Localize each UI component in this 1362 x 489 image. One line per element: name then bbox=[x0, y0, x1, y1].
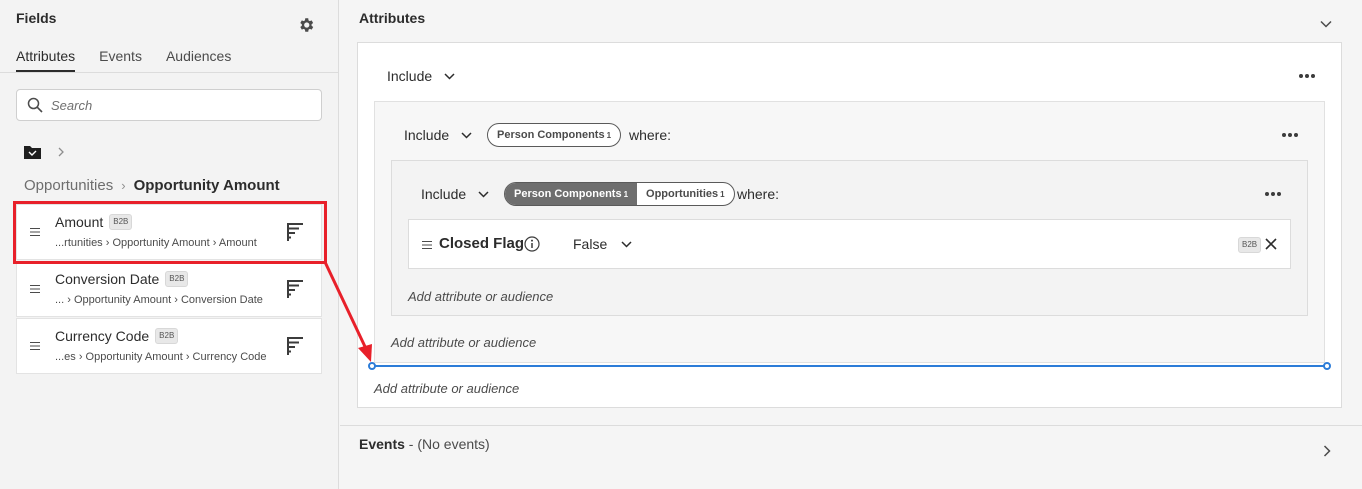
events-title: Events bbox=[359, 436, 405, 452]
add-attribute-level1[interactable]: Add attribute or audience bbox=[374, 381, 519, 396]
chevron-down-icon bbox=[621, 240, 632, 248]
fields-panel-title: Fields bbox=[16, 10, 57, 26]
search-box[interactable] bbox=[16, 89, 322, 121]
tab-audiences[interactable]: Audiences bbox=[166, 46, 231, 72]
fields-tabs: Attributes Events Audiences bbox=[16, 46, 255, 72]
tab-attributes[interactable]: Attributes bbox=[16, 46, 76, 72]
b2b-badge: B2B bbox=[155, 328, 179, 344]
search-input[interactable] bbox=[51, 97, 301, 113]
attributes-section-title: Attributes bbox=[359, 10, 426, 26]
drop-target-line bbox=[372, 365, 1327, 367]
segment-builder: Attributes Include Include Person Compon… bbox=[340, 0, 1362, 489]
folder-icon[interactable] bbox=[24, 145, 41, 159]
add-attribute-level3[interactable]: Add attribute or audience bbox=[408, 289, 553, 304]
condition-value-select[interactable]: False bbox=[573, 236, 632, 252]
events-subtitle: - (No events) bbox=[404, 436, 490, 452]
field-item-currency-code[interactable]: Currency Code B2B ...es › Opportunity Amo… bbox=[16, 318, 322, 374]
breadcrumb-parent[interactable]: Opportunities bbox=[24, 177, 113, 194]
chevron-down-icon bbox=[478, 190, 489, 198]
chevron-down-icon bbox=[461, 131, 472, 139]
field-path: ...es › Opportunity Amount › Currency Co… bbox=[55, 351, 267, 363]
field-path: ... › Opportunity Amount › Conversion Da… bbox=[55, 294, 263, 306]
add-attribute-level2[interactable]: Add attribute or audience bbox=[391, 335, 536, 350]
object-path-pill[interactable]: Person Components 1 Opportunities 1 bbox=[504, 182, 735, 206]
distribution-icon[interactable] bbox=[287, 280, 303, 298]
field-name: Conversion Date B2B bbox=[55, 271, 189, 287]
pill-segment-person-components[interactable]: Person Components 1 bbox=[505, 183, 638, 205]
b2b-badge: B2B bbox=[165, 271, 189, 287]
field-name: Amount B2B bbox=[55, 214, 133, 230]
drag-handle-icon[interactable] bbox=[30, 228, 40, 236]
section-divider bbox=[340, 425, 1362, 426]
drag-handle-icon[interactable] bbox=[30, 342, 40, 350]
breadcrumb-separator: › bbox=[121, 178, 126, 193]
gear-icon[interactable] bbox=[297, 16, 315, 34]
pill-segment-opportunities[interactable]: Opportunities 1 bbox=[637, 183, 734, 205]
more-options-icon[interactable] bbox=[1298, 73, 1316, 79]
fields-panel: Fields Attributes Events Audiences Oppor… bbox=[0, 0, 339, 489]
close-icon[interactable] bbox=[1264, 237, 1278, 251]
drag-handle-icon[interactable] bbox=[30, 285, 40, 293]
b2b-badge: B2B bbox=[109, 214, 133, 230]
chevron-down-icon[interactable] bbox=[1320, 20, 1332, 28]
breadcrumb: Opportunities › Opportunity Amount bbox=[24, 177, 280, 194]
include-select-level1[interactable]: Include bbox=[387, 68, 455, 84]
chevron-down-icon bbox=[444, 72, 455, 80]
info-icon[interactable] bbox=[524, 236, 540, 252]
field-name: Currency Code B2B bbox=[55, 328, 179, 344]
more-options-icon[interactable] bbox=[1281, 132, 1299, 138]
include-select-level3[interactable]: Include bbox=[421, 186, 489, 202]
person-components-pill[interactable]: Person Components 1 bbox=[487, 123, 622, 147]
where-label: where: bbox=[629, 127, 672, 143]
b2b-badge: B2B bbox=[1238, 237, 1262, 253]
drag-handle-icon[interactable] bbox=[422, 241, 432, 249]
breadcrumb-current: Opportunity Amount bbox=[133, 177, 280, 194]
events-section-header[interactable]: Events - (No events) bbox=[359, 436, 490, 452]
field-item-amount[interactable]: Amount B2B ...rtunities › Opportunity Amo… bbox=[16, 204, 322, 260]
include-select-level2[interactable]: Include bbox=[404, 127, 472, 143]
distribution-icon[interactable] bbox=[287, 223, 303, 241]
drop-target-end-dot bbox=[1323, 362, 1331, 370]
distribution-icon[interactable] bbox=[287, 337, 303, 355]
where-label: where: bbox=[737, 186, 780, 202]
condition-attribute-name: Closed Flag bbox=[439, 235, 525, 252]
field-path: ...rtunities › Opportunity Amount › Amou… bbox=[55, 237, 257, 249]
chevron-right-icon[interactable] bbox=[56, 146, 66, 158]
search-icon bbox=[27, 97, 43, 113]
condition-row: Closed Flag False B2B bbox=[408, 219, 1291, 269]
drop-target-start-dot bbox=[368, 362, 376, 370]
field-item-conversion-date[interactable]: Conversion Date B2B ... › Opportunity Amo… bbox=[16, 261, 322, 317]
chevron-right-icon[interactable] bbox=[1323, 445, 1331, 457]
tabs-divider bbox=[0, 72, 338, 73]
tab-events[interactable]: Events bbox=[99, 46, 142, 72]
more-options-icon[interactable] bbox=[1264, 191, 1282, 197]
